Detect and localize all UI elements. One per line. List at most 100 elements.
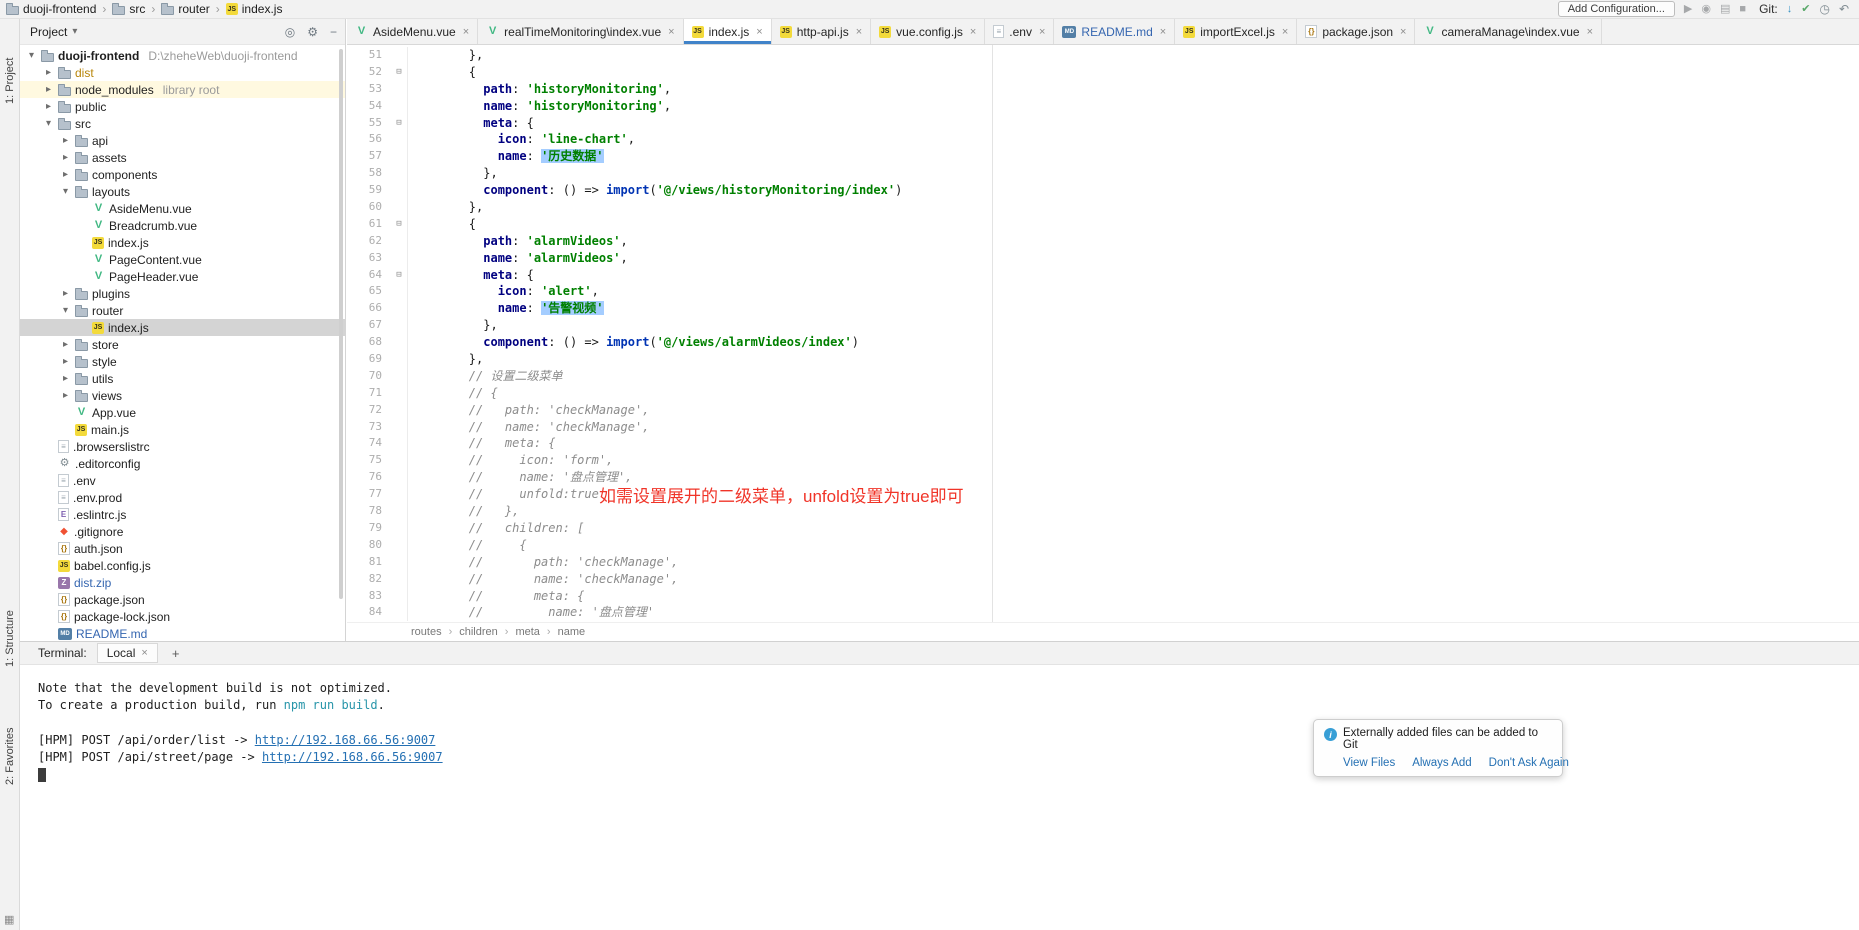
tab-close-icon[interactable]: × [1282, 26, 1288, 38]
tree-item-browserslistrc[interactable]: .browserslistrc [20, 438, 345, 455]
editor-breadcrumb-meta[interactable]: meta [515, 626, 539, 638]
tab-close-icon[interactable]: × [1400, 26, 1406, 38]
tree-item-editorconfig[interactable]: .editorconfig [20, 455, 345, 472]
editor-tab-readme-md[interactable]: README.md× [1054, 19, 1175, 44]
tree-item-gitignore[interactable]: .gitignore [20, 523, 345, 540]
tree-item-dist-zip[interactable]: dist.zip [20, 574, 345, 591]
tab-close-icon[interactable]: × [1160, 26, 1166, 38]
tree-item-index-js[interactable]: index.js [20, 319, 345, 336]
tree-item-assets[interactable]: ▸assets [20, 149, 345, 166]
editor-tab-vue-config-js[interactable]: vue.config.js× [871, 19, 985, 44]
editor-tab-env[interactable]: .env× [985, 19, 1054, 44]
tree-item-public[interactable]: ▸public [20, 98, 345, 115]
editor-breadcrumb-children[interactable]: children [459, 626, 498, 638]
settings-icon[interactable] [307, 26, 318, 38]
fold-icon[interactable]: ⊟ [391, 115, 408, 132]
breadcrumb-item-index-js[interactable]: index.js [226, 2, 283, 16]
tree-item-pagecontent-vue[interactable]: PageContent.vue [20, 251, 345, 268]
tree-item-package-json[interactable]: package.json [20, 591, 345, 608]
tree-item-duoji-frontend[interactable]: ▾duoji-frontendD:\zheheWeb\duoji-fronten… [20, 47, 345, 64]
tree-item-babel-config-js[interactable]: babel.config.js [20, 557, 345, 574]
tab-close-icon[interactable]: × [668, 26, 674, 38]
tree-expand-arrow[interactable]: ▾ [60, 305, 71, 316]
terminal-output[interactable]: Note that the development build is not o… [20, 665, 1859, 784]
breadcrumb-item-duoji-frontend[interactable]: duoji-frontend [6, 2, 96, 16]
git-update-icon[interactable] [1787, 4, 1793, 15]
code-line-80[interactable]: 80 // { [347, 537, 1859, 554]
tree-expand-arrow[interactable]: ▸ [60, 288, 71, 299]
git-commit-icon[interactable] [1801, 4, 1810, 15]
notification-action-don-t-ask-again[interactable]: Don't Ask Again [1489, 757, 1569, 769]
tree-expand-arrow[interactable]: ▾ [43, 118, 54, 129]
locate-icon[interactable] [285, 26, 295, 38]
tree-item-style[interactable]: ▸style [20, 353, 345, 370]
editor-breadcrumb-name[interactable]: name [558, 626, 586, 638]
new-terminal-button[interactable]: + [168, 646, 184, 661]
fold-icon[interactable]: ⊟ [391, 216, 408, 233]
code-line-62[interactable]: 62 path: 'alarmVideos', [347, 233, 1859, 250]
code-line-57[interactable]: 57 name: '历史数据' [347, 148, 1859, 165]
editor-tab-package-json[interactable]: package.json× [1297, 19, 1415, 44]
code-line-76[interactable]: 76 // name: '盘点管理', [347, 469, 1859, 486]
tree-expand-arrow[interactable]: ▸ [60, 390, 71, 401]
code-line-81[interactable]: 81 // path: 'checkManage', [347, 554, 1859, 571]
code-line-84[interactable]: 84 // name: '盘点管理' [347, 604, 1859, 621]
tree-expand-arrow[interactable]: ▸ [43, 101, 54, 112]
code-line-79[interactable]: 79 // children: [ [347, 520, 1859, 537]
tree-item-router[interactable]: ▾router [20, 302, 345, 319]
tree-item-api[interactable]: ▸api [20, 132, 345, 149]
tree-item-env-prod[interactable]: .env.prod [20, 489, 345, 506]
code-line-82[interactable]: 82 // name: 'checkManage', [347, 571, 1859, 588]
tab-close-icon[interactable]: × [856, 26, 862, 38]
code-line-55[interactable]: 55⊟ meta: { [347, 115, 1859, 132]
tree-item-node-modules[interactable]: ▸node_moduleslibrary root [20, 81, 345, 98]
project-scrollbar[interactable] [339, 49, 343, 599]
code-line-56[interactable]: 56 icon: 'line-chart', [347, 131, 1859, 148]
tool-button-structure[interactable]: 1: Structure [0, 599, 20, 679]
code-line-77[interactable]: 77 // unfold:true [347, 486, 1859, 503]
terminal-tab-local[interactable]: Local × [97, 643, 158, 663]
editor-tab-cameramanage-index-vue[interactable]: cameraManage\index.vue× [1415, 19, 1602, 44]
tree-item-dist[interactable]: ▸dist [20, 64, 345, 81]
project-view-dropdown[interactable]: Project ▾ [30, 25, 77, 39]
tree-item-utils[interactable]: ▸utils [20, 370, 345, 387]
code-line-78[interactable]: 78 // }, [347, 503, 1859, 520]
code-line-75[interactable]: 75 // icon: 'form', [347, 452, 1859, 469]
tree-item-layouts[interactable]: ▾layouts [20, 183, 345, 200]
tree-item-eslintrc-js[interactable]: .eslintrc.js [20, 506, 345, 523]
rollback-icon[interactable] [1839, 3, 1849, 15]
tree-item-env[interactable]: .env [20, 472, 345, 489]
tree-item-readme-md[interactable]: README.md [20, 625, 345, 641]
fold-icon[interactable]: ⊟ [391, 267, 408, 284]
code-line-64[interactable]: 64⊟ meta: { [347, 267, 1859, 284]
code-line-66[interactable]: 66 name: '告警视频' [347, 300, 1859, 317]
tree-expand-arrow[interactable]: ▸ [60, 169, 71, 180]
debug-icon[interactable] [1701, 4, 1711, 15]
tree-item-app-vue[interactable]: App.vue [20, 404, 345, 421]
tree-expand-arrow[interactable]: ▸ [60, 356, 71, 367]
tree-item-breadcrumb-vue[interactable]: Breadcrumb.vue [20, 217, 345, 234]
code-line-74[interactable]: 74 // meta: { [347, 435, 1859, 452]
code-line-65[interactable]: 65 icon: 'alert', [347, 283, 1859, 300]
tree-item-src[interactable]: ▾src [20, 115, 345, 132]
tree-expand-arrow[interactable]: ▸ [60, 135, 71, 146]
tree-item-index-js[interactable]: index.js [20, 234, 345, 251]
code-line-60[interactable]: 60 }, [347, 199, 1859, 216]
tool-button-favorites[interactable]: 2: Favorites [0, 713, 20, 799]
code-line-67[interactable]: 67 }, [347, 317, 1859, 334]
code-line-58[interactable]: 58 }, [347, 165, 1859, 182]
stop-icon[interactable] [1739, 4, 1746, 15]
editor-tab-index-js[interactable]: index.js× [684, 19, 772, 44]
tree-item-views[interactable]: ▸views [20, 387, 345, 404]
code-line-59[interactable]: 59 component: () => import('@/views/hist… [347, 182, 1859, 199]
hide-icon[interactable] [330, 26, 337, 38]
breadcrumb-item-router[interactable]: router [161, 2, 209, 16]
code-line-68[interactable]: 68 component: () => import('@/views/alar… [347, 334, 1859, 351]
code-line-83[interactable]: 83 // meta: { [347, 588, 1859, 605]
code-line-63[interactable]: 63 name: 'alarmVideos', [347, 250, 1859, 267]
code-line-70[interactable]: 70 // 设置二级菜单 [347, 368, 1859, 385]
editor-breadcrumb-routes[interactable]: routes [411, 626, 442, 638]
code-line-69[interactable]: 69 }, [347, 351, 1859, 368]
tree-item-plugins[interactable]: ▸plugins [20, 285, 345, 302]
tree-item-pageheader-vue[interactable]: PageHeader.vue [20, 268, 345, 285]
